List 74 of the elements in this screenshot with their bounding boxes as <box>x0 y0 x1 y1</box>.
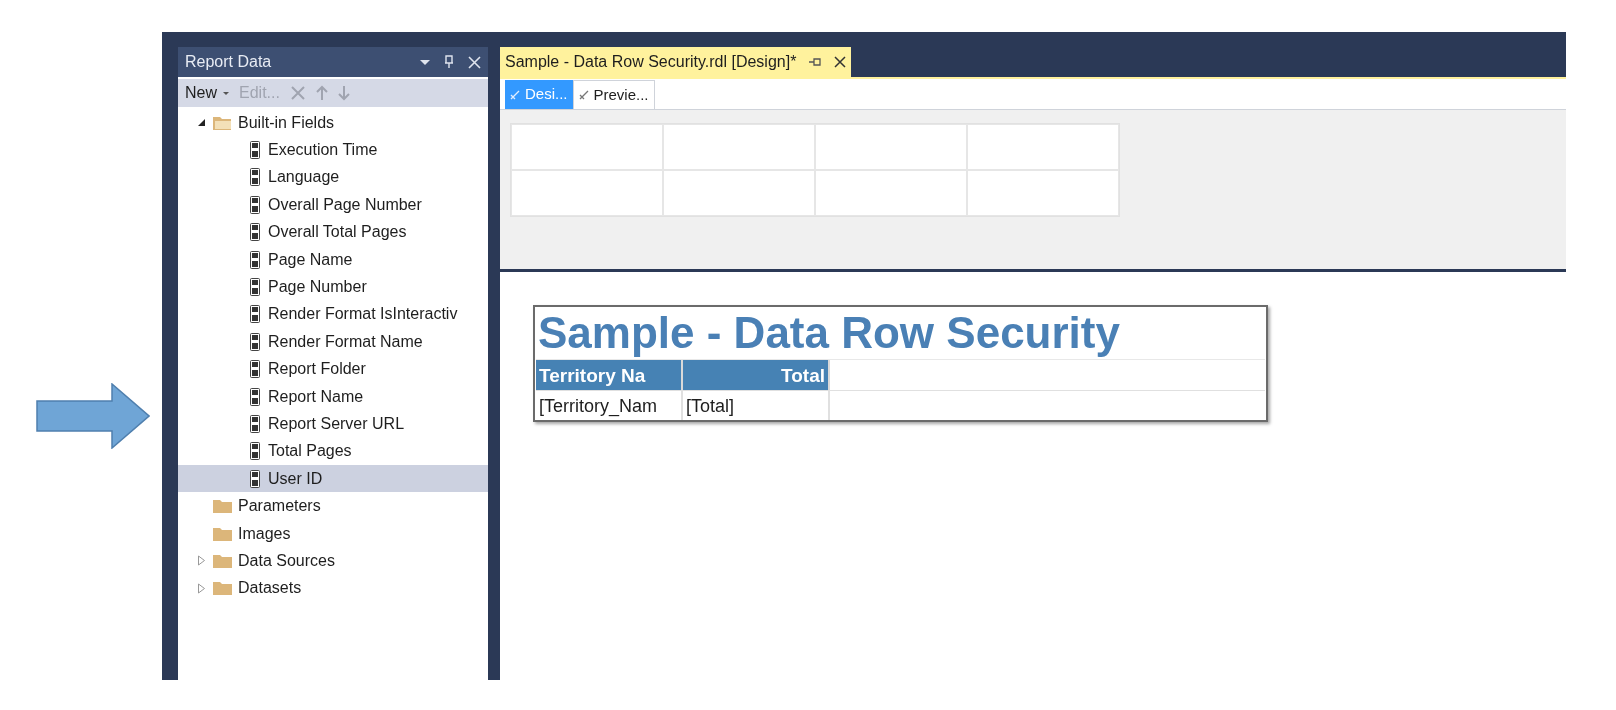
caret-icon <box>223 91 229 95</box>
tree-item[interactable]: Report Server URL <box>178 410 488 438</box>
tab-icon <box>578 90 589 100</box>
tree-item[interactable]: Overall Total Pages <box>178 218 488 246</box>
tree-item[interactable]: Built-in Fields <box>178 109 488 137</box>
tree-item[interactable]: Language <box>178 163 488 192</box>
caret-icon[interactable] <box>420 59 430 65</box>
tree-item[interactable]: Page Number <box>178 273 488 301</box>
field-icon <box>250 141 260 160</box>
open-folder-icon <box>212 114 233 131</box>
tree-item[interactable]: Page Name <box>178 245 488 274</box>
tree-item-label: Images <box>238 523 291 544</box>
new-dropdown-button[interactable]: New <box>185 81 229 105</box>
table-cell: [Total] <box>683 391 830 420</box>
tree-item-label: Report Folder <box>268 359 366 380</box>
field-icon <box>250 305 260 324</box>
expanded-triangle-icon[interactable] <box>197 118 206 128</box>
tree-item[interactable]: Total Pages <box>178 437 488 466</box>
tree-item-label: Parameters <box>238 496 321 517</box>
tree-item[interactable]: Render Format IsInteractiv <box>178 300 488 329</box>
field-icon <box>250 278 260 297</box>
field-icon <box>250 387 260 406</box>
tree-item-label: Page Number <box>268 277 367 298</box>
tree-item-label: Render Format Name <box>268 331 423 352</box>
collapsed-triangle-icon[interactable] <box>197 555 206 567</box>
tree-item-label: Built-in Fields <box>238 112 335 133</box>
folder-icon <box>212 552 233 569</box>
tree-item-label: Execution Time <box>268 140 378 161</box>
field-icon <box>250 168 260 187</box>
document-tab-title: Sample - Data Row Security.rdl [Design]* <box>505 52 797 72</box>
tree-item[interactable]: Render Format Name <box>178 328 488 356</box>
tree-item[interactable]: Report Folder <box>178 355 488 383</box>
field-icon <box>250 415 260 433</box>
field-icon <box>250 360 260 379</box>
close-icon[interactable] <box>834 56 847 68</box>
document-tab[interactable]: Sample - Data Row Security.rdl [Design]* <box>500 47 852 77</box>
tree-item-label: Report Server URL <box>268 414 405 434</box>
right-arrow-icon <box>36 383 150 449</box>
tree-item[interactable]: User ID <box>178 465 488 493</box>
tree-item-label: Overall Page Number <box>268 194 422 215</box>
collapsed-triangle-icon[interactable] <box>197 582 206 594</box>
folder-icon <box>212 498 233 515</box>
tree-item[interactable]: Execution Time <box>178 136 488 164</box>
folder-icon <box>212 580 233 597</box>
tree-item[interactable]: Parameters <box>178 492 488 520</box>
tree-item[interactable]: Report Name <box>178 382 488 411</box>
tree-item-label: Datasets <box>238 578 302 599</box>
tree-item-label: User ID <box>268 468 323 489</box>
table-cell: [Territory_Nam <box>536 391 683 420</box>
field-icon <box>250 195 260 214</box>
folder-icon <box>212 525 233 542</box>
tree-item[interactable]: Images <box>178 519 488 548</box>
column-header: Territory Na <box>536 360 683 390</box>
field-icon <box>250 442 260 461</box>
report-title: Sample - Data Row Security <box>537 307 1121 359</box>
tree-item-label: Overall Total Pages <box>268 222 407 243</box>
tree-item[interactable]: Data Sources <box>178 547 488 575</box>
tree-item-label: Report Name <box>268 386 364 407</box>
tree-item-label: Page Name <box>268 249 353 270</box>
field-icon <box>250 223 260 242</box>
tree-item-label: Data Sources <box>238 550 335 571</box>
field-icon <box>250 250 260 269</box>
field-icon <box>250 332 260 351</box>
tree-item-label: Language <box>268 167 340 188</box>
tree-item-label: Render Format IsInteractiv <box>268 304 458 325</box>
view-tab[interactable]: Previe... <box>572 80 655 109</box>
panel-title: Report Data <box>185 52 272 72</box>
column-header: Total <box>683 360 830 390</box>
pin-icon[interactable] <box>808 57 823 67</box>
tree-item[interactable]: Overall Page Number <box>178 191 488 219</box>
tree-item[interactable]: Datasets <box>178 574 488 603</box>
tab-icon <box>510 89 520 100</box>
field-icon <box>250 469 260 488</box>
tree-item-label: Total Pages <box>268 441 352 462</box>
